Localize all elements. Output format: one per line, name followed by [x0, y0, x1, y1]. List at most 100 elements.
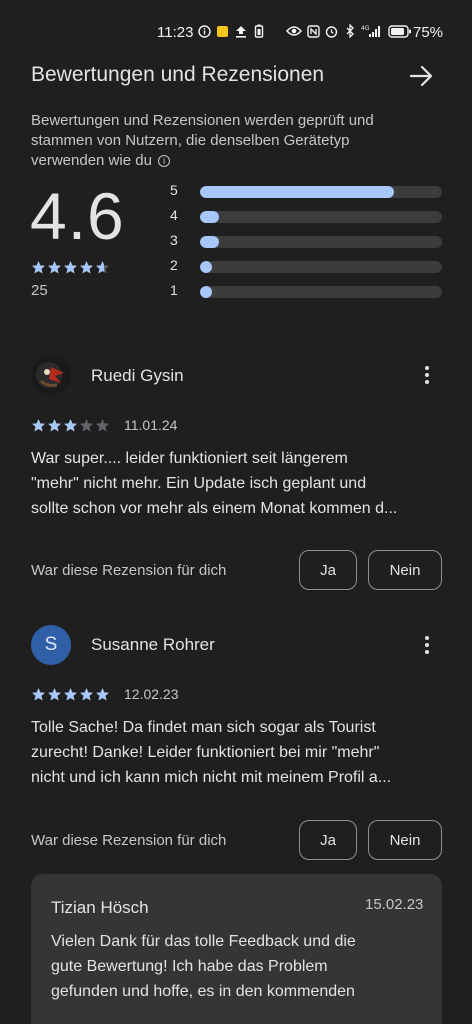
review-line: Tolle Sache! Da findet man sich sogar al… — [31, 719, 376, 736]
review-text[interactable]: Tolle Sache! Da findet man sich sogar al… — [31, 715, 443, 790]
distribution-label: 1 — [170, 282, 178, 298]
more-dot — [425, 380, 429, 384]
helpful-question: War diese Rezension für dich — [31, 832, 227, 849]
star-filled-icon — [80, 688, 93, 701]
review-line: War super.... leider funktioniert seit l… — [31, 450, 348, 467]
signal-4g-icon: 4G — [361, 24, 383, 38]
star-filled-icon — [48, 261, 61, 274]
reply-line: gute Bewertung! Ich habe das Problem — [51, 958, 328, 975]
battery-icon — [388, 24, 412, 38]
distribution-bar-fill — [200, 186, 394, 198]
distribution-label: 4 — [170, 207, 178, 223]
distribution-row-2: 2 — [170, 257, 442, 275]
profile-photo-icon — [31, 355, 71, 395]
distribution-bar-fill — [200, 286, 213, 298]
distribution-row-3: 3 — [170, 232, 442, 250]
helpful-no-button[interactable]: Nein — [368, 550, 442, 590]
distribution-row-5: 5 — [170, 182, 442, 200]
reply-line: Vielen Dank für das tolle Feedback und d… — [51, 933, 356, 950]
arrow-right-icon — [409, 65, 433, 87]
notification-icons — [198, 24, 265, 38]
eye-icon — [286, 24, 302, 38]
avatar: S — [31, 625, 71, 665]
system-icons: 4G — [286, 24, 412, 38]
info-icon[interactable]: i — [158, 155, 171, 168]
helpful-yes-button[interactable]: Ja — [299, 820, 357, 860]
star-filled-icon — [32, 261, 45, 274]
upload-icon — [234, 24, 247, 38]
average-rating-stars — [31, 260, 110, 275]
distribution-bar — [200, 186, 442, 198]
reply-line: gefunden und hoffe, es in den kommenden — [51, 983, 355, 1000]
bluetooth-icon — [343, 24, 356, 38]
alarm-icon — [325, 24, 338, 38]
star-filled-icon — [48, 419, 61, 432]
page-title: Bewertungen und Rezensionen — [31, 63, 325, 86]
review-date: 12.02.23 — [124, 686, 179, 702]
star-filled-icon — [96, 688, 109, 701]
helpful-question: War diese Rezension für dich — [31, 562, 227, 579]
star-filled-icon — [64, 419, 77, 432]
info-notification-icon — [198, 24, 211, 38]
developer-reply: Tizian Hösch 15.02.23 Vielen Dank für da… — [31, 874, 442, 1024]
nfc-icon — [307, 24, 320, 38]
star-filled-icon — [48, 688, 61, 701]
more-dot — [425, 373, 429, 377]
more-dot — [425, 366, 429, 370]
rating-count: 25 — [31, 282, 48, 299]
review-line: zurecht! Danke! Leider funktioniert bei … — [31, 744, 380, 761]
battery-percent: 75% — [413, 24, 444, 41]
review-stars — [31, 418, 110, 433]
distribution-bar — [200, 236, 442, 248]
average-rating: 4.6 — [30, 179, 125, 253]
distribution-label: 2 — [170, 257, 178, 273]
distribution-label: 3 — [170, 232, 178, 248]
battery-saver-icon — [252, 24, 265, 38]
distribution-row-4: 4 — [170, 207, 442, 225]
distribution-label: 5 — [170, 182, 178, 198]
distribution-row-1: 1 — [170, 282, 442, 300]
more-options-button[interactable] — [415, 363, 439, 387]
more-dot — [425, 636, 429, 640]
star-filled-icon — [32, 688, 45, 701]
helpful-no-button[interactable]: Nein — [368, 820, 442, 860]
status-bar: 11:23 4G 75% — [0, 0, 472, 64]
reply-date: 15.02.23 — [365, 896, 424, 913]
distribution-bar — [200, 286, 442, 298]
star-empty-icon — [80, 419, 93, 432]
star-filled-icon — [32, 419, 45, 432]
review-line: nicht und ich kann mich nicht mit meinem… — [31, 769, 392, 786]
info-line-1: Bewertungen und Rezensionen werden geprü… — [31, 112, 374, 129]
reviewer-name: Susanne Rohrer — [91, 635, 215, 654]
distribution-bar — [200, 261, 442, 273]
review-line: "mehr" nicht mehr. Ein Update isch gepla… — [31, 475, 367, 492]
distribution-bar-fill — [200, 211, 220, 223]
star-filled-icon — [64, 261, 77, 274]
star-filled-icon — [80, 261, 93, 274]
review-stars — [31, 687, 110, 702]
info-line-3: verwenden wie du — [31, 152, 152, 169]
more-options-button[interactable] — [415, 633, 439, 657]
more-dot — [425, 643, 429, 647]
distribution-bar — [200, 211, 442, 223]
review-date: 11.01.24 — [124, 417, 178, 433]
ratings-info-text: Bewertungen und Rezensionen werden geprü… — [31, 111, 411, 171]
star-empty-icon — [96, 419, 109, 432]
review-line: sollte schon vor mehr als einem Monat ko… — [31, 500, 398, 517]
helpful-yes-button[interactable]: Ja — [299, 550, 357, 590]
avatar — [31, 355, 71, 395]
star-filled-icon — [64, 688, 77, 701]
app-notification-icon — [216, 24, 229, 38]
developer-name: Tizian Hösch — [51, 898, 149, 917]
svg-text:4G: 4G — [361, 25, 370, 32]
distribution-bar-fill — [200, 236, 220, 248]
open-reviews-button[interactable] — [408, 63, 434, 89]
star-half-icon — [96, 261, 109, 274]
more-dot — [425, 650, 429, 654]
distribution-bar-fill — [200, 261, 213, 273]
review-text[interactable]: War super.... leider funktioniert seit l… — [31, 446, 443, 521]
status-time: 11:23 — [157, 24, 194, 41]
avatar-initial: S — [44, 634, 58, 655]
info-line-2: stammen von Nutzern, die denselben Gerät… — [31, 132, 350, 149]
reviewer-name: Ruedi Gysin — [91, 366, 184, 385]
